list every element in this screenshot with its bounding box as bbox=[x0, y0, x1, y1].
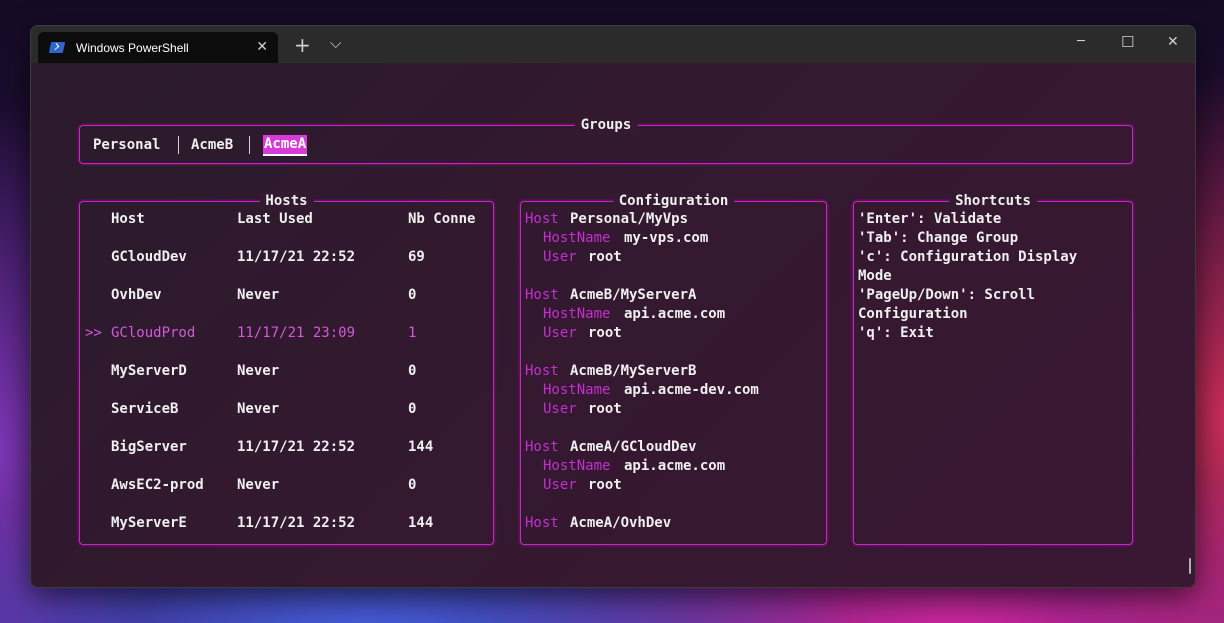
shortcut-line: Mode bbox=[858, 268, 892, 284]
config-host-keyword: Host bbox=[525, 363, 559, 379]
config-host-value: Personal/MyVps bbox=[570, 211, 689, 227]
row-host: BigServer bbox=[111, 439, 187, 455]
row-host: GCloudDev bbox=[111, 249, 187, 265]
tab-close-icon[interactable]: ✕ bbox=[256, 38, 268, 55]
row-last-used: Never bbox=[237, 477, 280, 493]
new-tab-button[interactable]: + bbox=[294, 33, 311, 57]
config-hostname-value: my-vps.com bbox=[624, 230, 709, 246]
row-nb: 69 bbox=[408, 249, 425, 265]
config-user-value: root bbox=[588, 325, 622, 341]
config-host-value: AcmeB/MyServerA bbox=[570, 287, 697, 303]
row-host: MyServerE bbox=[111, 515, 187, 531]
column-header-nb-connections: Nb Conne bbox=[408, 211, 476, 227]
shortcut-line: 'q': Exit bbox=[858, 325, 934, 341]
config-host-value: AcmeA/GCloudDev bbox=[570, 439, 697, 455]
config-host-keyword: Host bbox=[525, 287, 559, 303]
group-tab-personal[interactable]: Personal bbox=[93, 136, 160, 155]
config-user-value: root bbox=[588, 401, 622, 417]
maximize-button[interactable]: ☐ bbox=[1121, 33, 1134, 51]
config-hostname-keyword: HostName bbox=[543, 458, 611, 474]
row-nb: 0 bbox=[408, 401, 417, 417]
row-host: MyServerD bbox=[111, 363, 187, 379]
row-nb: 1 bbox=[408, 325, 417, 341]
hosts-panel: Hosts Host Last Used Nb Conne GCloudDev … bbox=[79, 192, 494, 545]
group-tab-acmea[interactable]: AcmeA bbox=[263, 135, 308, 156]
selection-marker: >> bbox=[85, 325, 102, 341]
shortcut-line: 'Tab': Change Group bbox=[858, 230, 1019, 246]
shortcut-line: Configuration bbox=[858, 306, 968, 322]
config-hostname-value: api.acme-dev.com bbox=[624, 382, 759, 398]
shortcuts-title: Shortcuts bbox=[949, 192, 1037, 210]
tab-windows-powershell[interactable]: Windows PowerShell ✕ bbox=[38, 32, 278, 63]
config-hostname-keyword: HostName bbox=[543, 230, 611, 246]
config-user-keyword: User bbox=[543, 325, 577, 341]
group-tab-acmeb[interactable]: AcmeB bbox=[191, 136, 233, 155]
tab-dropdown-icon[interactable]: ⌵ bbox=[330, 34, 341, 52]
powershell-icon bbox=[48, 42, 66, 53]
groups-panel: Groups Personal AcmeB AcmeA bbox=[79, 116, 1133, 164]
config-user-value: root bbox=[588, 249, 622, 265]
row-last-used: 11/17/21 22:52 bbox=[237, 515, 356, 531]
row-nb: 0 bbox=[408, 363, 417, 379]
config-hostname-keyword: HostName bbox=[543, 306, 611, 322]
config-hostname-value: api.acme.com bbox=[624, 458, 726, 474]
config-host-value: AcmeB/MyServerB bbox=[570, 363, 697, 379]
row-nb: 0 bbox=[408, 477, 417, 493]
row-last-used: 11/17/21 22:52 bbox=[237, 249, 356, 265]
row-last-used: Never bbox=[237, 363, 280, 379]
groups-title: Groups bbox=[574, 116, 638, 134]
column-header-last-used: Last Used bbox=[237, 211, 313, 227]
group-separator bbox=[249, 136, 250, 154]
row-nb: 144 bbox=[408, 439, 434, 455]
shortcut-line: 'PageUp/Down': Scroll bbox=[858, 287, 1036, 303]
row-last-used: 11/17/21 23:09 bbox=[237, 325, 356, 341]
configuration-title: Configuration bbox=[612, 192, 735, 210]
config-host-keyword: Host bbox=[525, 211, 559, 227]
config-host-keyword: Host bbox=[525, 515, 559, 531]
close-button[interactable]: ✕ bbox=[1167, 34, 1179, 50]
row-last-used: Never bbox=[237, 401, 280, 417]
row-host: OvhDev bbox=[111, 287, 162, 303]
row-host: ServiceB bbox=[111, 401, 179, 417]
config-user-keyword: User bbox=[543, 249, 577, 265]
row-nb: 144 bbox=[408, 515, 434, 531]
hosts-title: Hosts bbox=[259, 192, 314, 210]
shortcut-line: 'c': Configuration Display bbox=[858, 249, 1078, 265]
config-host-keyword: Host bbox=[525, 439, 559, 455]
terminal-window: Windows PowerShell ✕ + ⌵ ─ ☐ ✕ Groups Pe… bbox=[30, 25, 1196, 588]
column-header-host: Host bbox=[111, 211, 145, 227]
group-separator bbox=[178, 136, 179, 154]
config-host-value: AcmeA/OvhDev bbox=[570, 515, 672, 531]
tab-title: Windows PowerShell bbox=[76, 40, 189, 55]
config-user-keyword: User bbox=[543, 401, 577, 417]
row-last-used: 11/17/21 22:52 bbox=[237, 439, 356, 455]
row-last-used: Never bbox=[237, 287, 280, 303]
config-hostname-value: api.acme.com bbox=[624, 306, 726, 322]
row-host: AwsEC2-prod bbox=[111, 477, 204, 493]
config-hostname-keyword: HostName bbox=[543, 382, 611, 398]
config-user-keyword: User bbox=[543, 477, 577, 493]
configuration-panel: Configuration Host Personal/MyVps HostNa… bbox=[520, 192, 827, 545]
config-user-value: root bbox=[588, 477, 622, 493]
minimize-button[interactable]: ─ bbox=[1077, 34, 1085, 49]
row-host: GCloudProd bbox=[111, 325, 196, 341]
scrollbar-thumb[interactable] bbox=[1189, 558, 1191, 574]
shortcuts-panel: Shortcuts 'Enter': Validate 'Tab': Chang… bbox=[853, 192, 1133, 545]
terminal-area[interactable]: Groups Personal AcmeB AcmeA Hosts Host L… bbox=[31, 63, 1195, 587]
row-nb: 0 bbox=[408, 287, 417, 303]
shortcut-line: 'Enter': Validate bbox=[858, 211, 1002, 227]
title-bar: Windows PowerShell ✕ + ⌵ ─ ☐ ✕ bbox=[31, 26, 1195, 63]
